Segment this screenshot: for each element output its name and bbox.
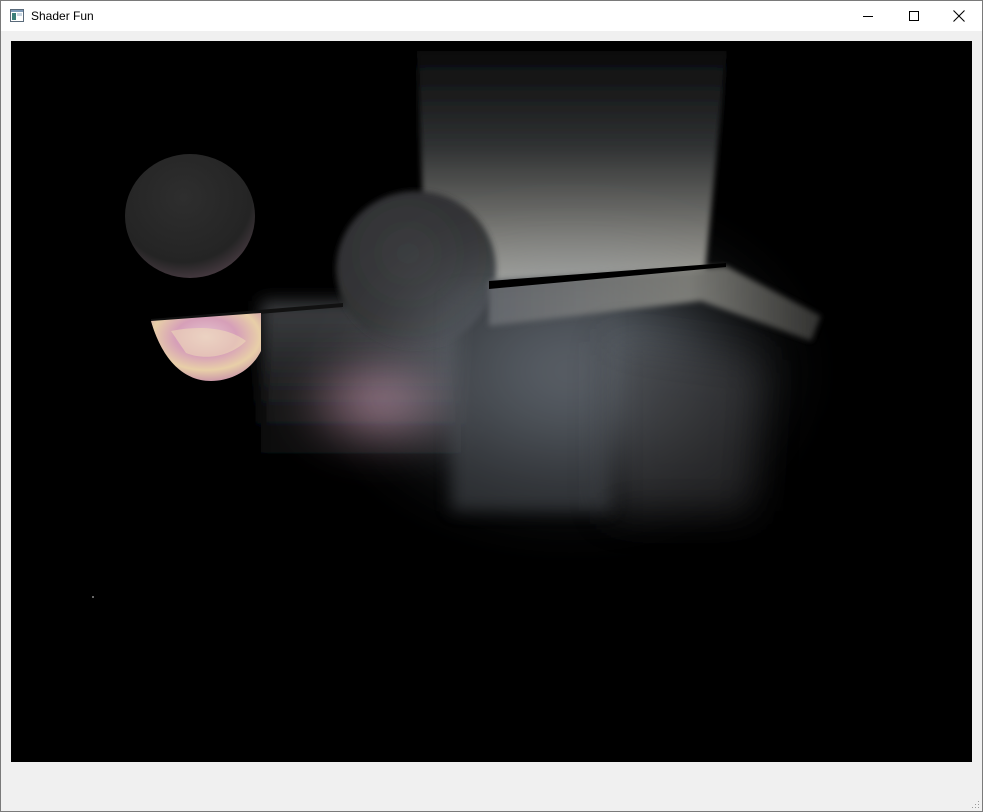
app-window-icon	[10, 9, 24, 22]
minimize-button[interactable]	[845, 1, 891, 31]
maximize-button[interactable]	[891, 1, 937, 31]
close-button[interactable]	[936, 1, 982, 31]
app-window: Shader Fun	[0, 0, 983, 812]
title-bar[interactable]: Shader Fun	[1, 1, 982, 31]
cube-front	[451, 291, 611, 511]
minimize-icon	[863, 16, 873, 17]
maximize-icon	[909, 11, 919, 21]
close-icon	[953, 10, 965, 22]
right-slab	[611, 341, 761, 511]
scene-speck	[92, 596, 94, 598]
render-viewport[interactable]	[11, 41, 972, 762]
scene-canvas	[11, 41, 972, 762]
upper-sphere	[125, 154, 255, 278]
resize-grip-icon[interactable]	[970, 799, 980, 809]
status-area	[1, 763, 982, 811]
window-title: Shader Fun	[31, 9, 94, 23]
